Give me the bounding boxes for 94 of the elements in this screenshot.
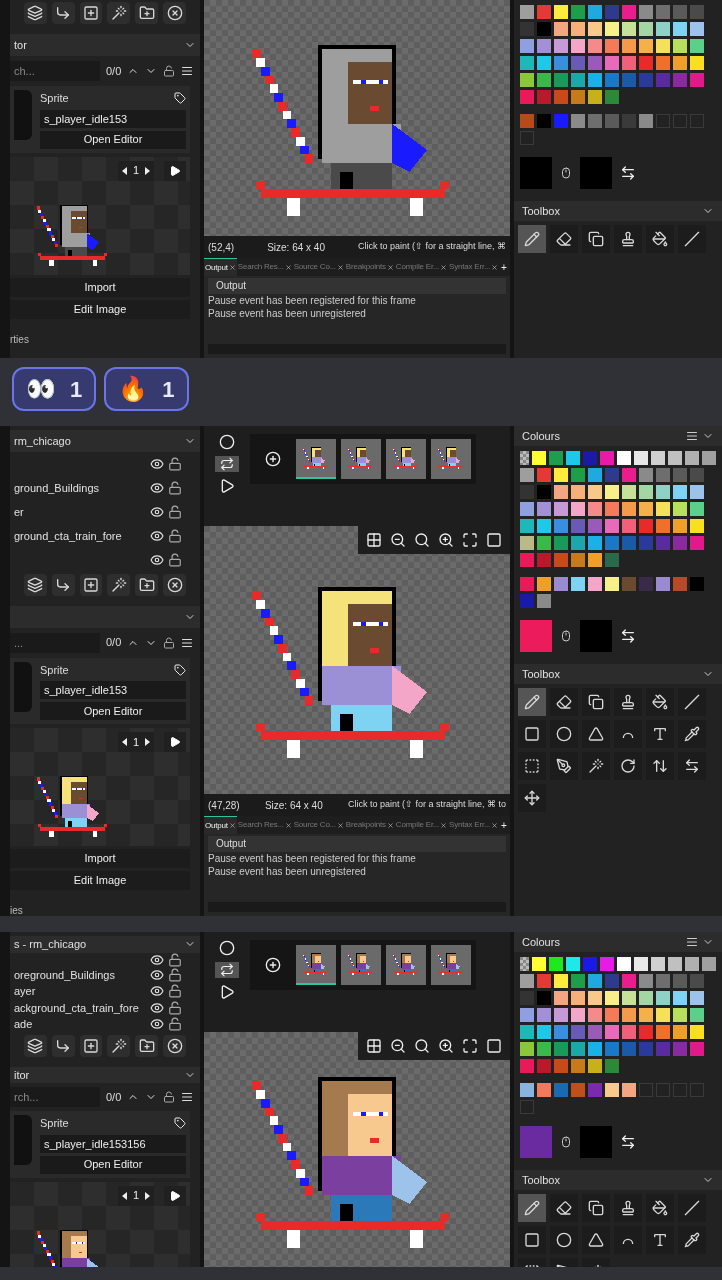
sprite-name-field[interactable]: s_player_idle153 [40,109,186,128]
layer-name: ackground_cta_train_fore [14,1000,139,1016]
output-tab[interactable]: Output [204,258,237,276]
cursor-coordinates: (47,28) [208,798,240,813]
layer-row[interactable]: ayer [10,983,200,1000]
layer-name: ground_cta_train_fore [14,528,122,544]
frame-number: 1 [132,734,139,750]
inspector-title: itor [14,1067,30,1083]
sprite-name-field[interactable]: s_player_idle153156 [40,1134,186,1153]
action-button[interactable]: Edit Image [10,871,190,891]
paint-hint: Click to paint (⇧ for a straight line, ⌘ to [347,798,506,812]
toolbox-title: Toolbox [522,666,560,682]
output-tab[interactable]: Syntax Err... [448,816,499,834]
match-count: 0/0 [106,635,122,651]
action-button[interactable]: Import [10,277,190,297]
reaction-chip[interactable]: 👀 1 [12,367,97,411]
reaction-emoji: 🔥 [118,374,149,404]
output-tab[interactable]: Search Res... [236,258,293,276]
log-line: Pause event has been registered for this frame [207,294,417,307]
colours-title: Colours [522,934,560,950]
paint-hint: Click to paint (⇧ for a straight line, ⌘ [357,240,506,254]
layer-row[interactable]: ade [10,1016,200,1033]
section-title: ies [10,906,24,916]
sprite-label: Sprite [40,662,69,678]
add-tab-button[interactable]: + [499,817,509,833]
output-tab[interactable]: Output [204,816,237,834]
log-line: Pause event has been unregistered [207,307,367,320]
tab-label: Compile Er... [395,261,440,273]
layer-row[interactable]: ground_Buildings [10,475,200,500]
match-count: 0/0 [106,1089,122,1105]
search-field[interactable]: ... [10,632,100,653]
tab-label: Breakpoints [345,819,386,831]
output-tab[interactable]: Compile Er... [394,258,449,276]
tab-label: Compile Er... [395,819,440,831]
output-title: Output [208,836,506,852]
tab-label: Breakpoints [345,261,386,273]
search-field[interactable]: rch... [10,1087,100,1107]
frame-number: 1 [132,1188,139,1204]
output-title: Output [208,278,506,294]
reaction-count: 1 [70,375,83,404]
toolbox-title: Toolbox [522,203,560,219]
canvas-size: Size: 64 x 40 [264,798,323,813]
output-tab[interactable]: Compile Er... [394,816,449,834]
sprite-name-field[interactable]: s_player_idle153 [40,681,186,700]
output-tab[interactable]: Source Co... [292,816,345,834]
canvas-size: Size: 64 x 40 [267,240,325,255]
reaction-chip[interactable]: 🔥 1 [104,367,189,411]
tab-label: Output [205,261,228,274]
colours-title: Colours [522,428,560,444]
layer-row[interactable]: ackground_cta_train_fore [10,999,200,1016]
output-tab[interactable]: Syntax Err... [448,258,499,276]
tab-label: Source Co... [293,819,336,831]
output-tab[interactable]: Search Res... [236,816,293,834]
layer-name: ground_Buildings [14,480,99,496]
sprite-label: Sprite [40,91,69,106]
tab-label: Output [205,819,228,832]
output-tab[interactable]: Breakpoints [344,258,395,276]
reaction-emoji: 👀 [26,374,56,404]
layer-name: ade [14,1017,33,1032]
action-button[interactable]: Edit Image [10,299,190,319]
tab-label: Search Res... [237,261,284,273]
reaction-count: 1 [162,375,175,404]
frame-number: 1 [132,163,139,179]
layer-row[interactable]: oreground_Buildings [10,966,200,983]
log-line: Pause event has been unregistered [207,865,367,878]
sprite-label: Sprite [40,1116,69,1131]
tab-label: Syntax Err... [449,819,490,831]
output-tab[interactable]: Breakpoints [344,816,395,834]
section-title: rties [10,334,30,345]
log-line: Pause event has been registered for this frame [207,852,417,865]
open-editor-button[interactable]: Open Editor [40,130,186,149]
match-count: 0/0 [106,63,122,79]
layer-name: er [14,504,24,520]
tab-label: Search Res... [237,819,284,831]
toolbox-title: Toolbox [522,1172,560,1188]
search-field[interactable]: ch... [10,61,100,81]
inspector-title: tor [14,37,27,53]
room-title: rm_chicago [14,433,71,449]
cursor-coordinates: (52,4) [208,240,235,255]
frame-stepper[interactable]: 1 [117,1185,154,1206]
tab-label: Syntax Err... [449,261,490,273]
action-button[interactable]: Import [10,849,190,869]
open-editor-button[interactable]: Open Editor [40,1155,186,1174]
frame-stepper[interactable]: 1 [117,160,154,181]
layer-name: ayer [14,984,36,999]
output-tab[interactable]: Source Co... [292,258,345,276]
tab-label: Source Co... [293,261,336,273]
room-title: s - rm_chicago [14,937,87,952]
layer-row[interactable]: er [10,499,200,524]
layer-name: oreground_Buildings [14,967,115,983]
open-editor-button[interactable]: Open Editor [40,702,186,721]
add-tab-button[interactable]: + [499,259,509,275]
layer-row[interactable]: ground_cta_train_fore [10,523,200,548]
frame-stepper[interactable]: 1 [117,732,154,753]
